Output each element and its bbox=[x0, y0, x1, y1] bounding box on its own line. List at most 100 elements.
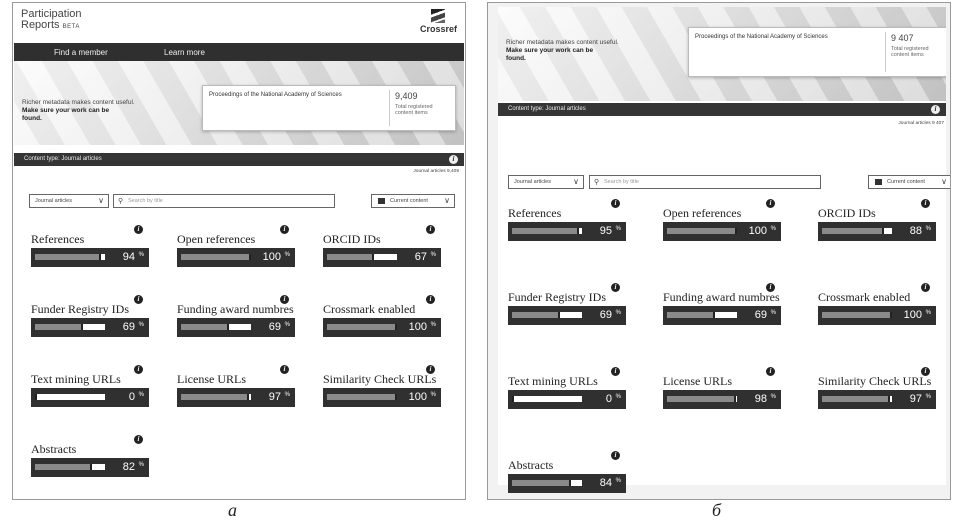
info-icon[interactable]: i bbox=[449, 155, 458, 164]
metric-card: i Funding award numbres 69% bbox=[177, 293, 301, 337]
info-icon[interactable]: i bbox=[611, 451, 620, 460]
metric-card: i Abstracts 82% bbox=[31, 433, 155, 477]
search-input[interactable]: ⚲ Search by title bbox=[113, 194, 335, 208]
metric-value: 98 bbox=[754, 393, 767, 405]
metric-fill bbox=[35, 254, 101, 260]
metric-bar: 100% bbox=[323, 318, 441, 337]
metric-fill bbox=[181, 324, 230, 330]
metric-value: 69 bbox=[268, 321, 281, 333]
metric-track bbox=[35, 254, 105, 260]
metric-label: Funding award numbres bbox=[177, 302, 294, 316]
metric-track bbox=[512, 228, 582, 234]
panel-b-content: Richer metadata makes content useful. Ma… bbox=[498, 7, 950, 493]
metric-label: References bbox=[31, 232, 85, 246]
metric-bar: 69% bbox=[31, 318, 149, 337]
metric-label: License URLs bbox=[663, 374, 732, 388]
info-icon[interactable]: i bbox=[611, 283, 620, 292]
metric-fill bbox=[181, 254, 251, 260]
period-select-value: Current content bbox=[887, 179, 925, 185]
metric-unit: % bbox=[138, 322, 144, 328]
metric-card: i License URLs 98% bbox=[663, 365, 787, 409]
info-icon[interactable]: i bbox=[931, 105, 940, 114]
period-select[interactable]: Current content ∨ bbox=[868, 175, 950, 189]
metric-marker bbox=[395, 394, 397, 400]
info-icon[interactable]: i bbox=[280, 365, 289, 374]
info-icon[interactable]: i bbox=[134, 295, 143, 304]
info-icon[interactable]: i bbox=[921, 283, 930, 292]
metric-marker bbox=[733, 396, 736, 402]
content-type-select[interactable]: Journal articles ∨ bbox=[29, 194, 109, 208]
metric-fill bbox=[667, 228, 737, 234]
info-icon[interactable]: i bbox=[134, 365, 143, 374]
metric-fill bbox=[667, 396, 736, 402]
metric-marker bbox=[249, 254, 251, 260]
metric-unit: % bbox=[925, 310, 931, 316]
panel-a: Participation Reports BETA Crossref Find… bbox=[12, 2, 466, 500]
info-icon[interactable]: i bbox=[611, 199, 620, 208]
metric-value: 82 bbox=[122, 461, 135, 473]
total-label-2: content items bbox=[891, 52, 924, 58]
metric-value: 97 bbox=[268, 391, 281, 403]
info-icon[interactable]: i bbox=[280, 225, 289, 234]
metric-marker bbox=[887, 396, 890, 402]
hero-banner: Richer metadata makes content useful. Ma… bbox=[498, 7, 946, 101]
info-icon[interactable]: i bbox=[921, 199, 930, 208]
nav-learn-more[interactable]: Learn more bbox=[164, 48, 205, 57]
metric-unit: % bbox=[615, 226, 621, 232]
info-icon[interactable]: i bbox=[611, 367, 620, 376]
metric-fill bbox=[512, 312, 561, 318]
tagline-line2: Make sure your work can be bbox=[506, 47, 594, 54]
metric-track bbox=[512, 396, 582, 402]
metric-label: Funder Registry IDs bbox=[31, 302, 129, 316]
metric-bar: 94% bbox=[31, 248, 149, 267]
metric-value: 94 bbox=[122, 251, 135, 263]
logo-text: Crossref bbox=[419, 24, 457, 34]
total-label: Total registered content items bbox=[395, 104, 433, 116]
period-select[interactable]: Current content ∨ bbox=[371, 194, 455, 208]
caption-b: б bbox=[712, 500, 722, 520]
metric-label: Open references bbox=[177, 232, 256, 246]
metric-value: 97 bbox=[909, 393, 922, 405]
metric-track bbox=[512, 480, 582, 486]
member-name: Proceedings of the National Academy of S… bbox=[695, 34, 828, 40]
tagline-line3: found. bbox=[506, 55, 526, 62]
metric-label: Open references bbox=[663, 206, 742, 220]
content-type-bar: Content type: Journal articles i bbox=[498, 103, 946, 116]
info-icon[interactable]: i bbox=[766, 199, 775, 208]
content-type-select[interactable]: Journal articles ∨ bbox=[508, 175, 584, 189]
nav-find-member[interactable]: Find a member bbox=[54, 48, 108, 57]
info-icon[interactable]: i bbox=[134, 435, 143, 444]
metric-marker bbox=[735, 228, 737, 234]
app-title[interactable]: Participation Reports BETA bbox=[21, 9, 82, 33]
metric-card: i Similarity Check URLs 100% bbox=[323, 363, 447, 407]
content-type-select-value: Journal articles bbox=[35, 198, 72, 204]
crossref-logo[interactable]: Crossref bbox=[420, 9, 457, 34]
metric-card: i License URLs 97% bbox=[177, 363, 301, 407]
metric-unit: % bbox=[615, 310, 621, 316]
info-icon[interactable]: i bbox=[426, 225, 435, 234]
metric-label: Crossmark enabled bbox=[323, 302, 416, 316]
info-icon[interactable]: i bbox=[134, 225, 143, 234]
metric-track bbox=[667, 396, 737, 402]
metric-unit: % bbox=[138, 252, 144, 258]
metric-label: References bbox=[508, 206, 562, 220]
metric-track bbox=[822, 396, 892, 402]
metric-bar: 88% bbox=[818, 222, 936, 241]
metric-unit: % bbox=[430, 392, 436, 398]
metric-unit: % bbox=[770, 310, 776, 316]
metric-card: i Open references 100% bbox=[663, 197, 787, 241]
crossref-logo-icon bbox=[431, 9, 446, 23]
content-type-label: Content type: Journal articles bbox=[508, 106, 586, 112]
metric-bar: 0% bbox=[31, 388, 149, 407]
info-icon[interactable]: i bbox=[426, 295, 435, 304]
metric-label: License URLs bbox=[177, 372, 246, 386]
metric-track bbox=[181, 324, 251, 330]
metric-value: 67 bbox=[414, 251, 427, 263]
metric-bar: 67% bbox=[323, 248, 441, 267]
metric-unit: % bbox=[430, 252, 436, 258]
search-input[interactable]: ⚲ Search by title bbox=[589, 175, 821, 189]
info-icon[interactable]: i bbox=[766, 367, 775, 376]
metric-marker bbox=[713, 312, 716, 318]
chevron-down-icon: ∨ bbox=[98, 196, 104, 205]
metric-track bbox=[181, 394, 251, 400]
